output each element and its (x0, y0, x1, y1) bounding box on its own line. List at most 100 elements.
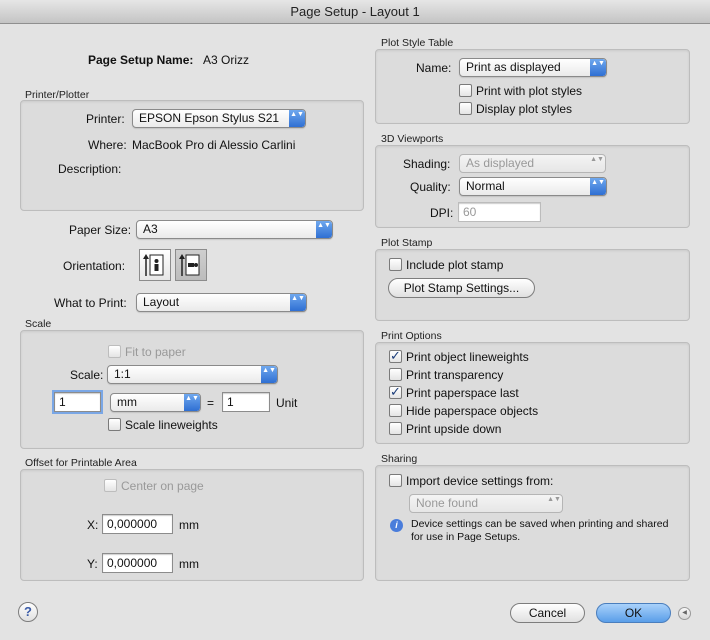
y-offset-label: Y: (87, 557, 98, 571)
scale-numerator-input[interactable]: 1 (52, 390, 103, 414)
paper-size-label: Paper Size: (69, 223, 132, 237)
print-option-label: Print object lineweights (406, 350, 529, 364)
plot-stamp-settings-button[interactable]: Plot Stamp Settings... (388, 278, 535, 298)
popup-arrows-icon: ▲▼ (184, 394, 200, 411)
where-label: Where: (88, 138, 127, 152)
y-offset-input[interactable]: 0,000000 (102, 553, 173, 573)
checkbox-icon (389, 422, 402, 435)
what-to-print-value: Layout (143, 295, 180, 309)
scale-group-title: Scale (25, 318, 52, 330)
equals-sign: = (207, 396, 215, 410)
checkbox-icon (389, 404, 402, 417)
offset-group-title: Offset for Printable Area (25, 457, 137, 469)
print-option-checkbox[interactable]: Print upside down (389, 422, 501, 436)
device-settings-select[interactable]: None found ▲▼ (409, 494, 563, 513)
checkbox-icon (104, 479, 117, 492)
checkbox-icon (108, 418, 121, 431)
print-option-label: Print transparency (406, 368, 504, 382)
what-to-print-select[interactable]: Layout ▲▼ (136, 293, 307, 312)
print-option-checkbox[interactable]: Print transparency (389, 368, 503, 382)
plot-style-name-label: Name: (416, 61, 452, 75)
x-offset-label: X: (87, 518, 99, 532)
sharing-group-title: Sharing (381, 453, 418, 465)
checkbox-checked-icon (389, 348, 402, 364)
scale-lineweights-label: Scale lineweights (125, 418, 218, 432)
popup-arrows-icon: ▲▼ (289, 110, 305, 127)
where-value: MacBook Pro di Alessio Carlini (132, 138, 296, 152)
popup-arrows-icon: ▲▼ (290, 294, 306, 311)
device-settings-value: None found (416, 496, 479, 510)
scale-lineweights-checkbox[interactable]: Scale lineweights (108, 418, 218, 432)
disclosure-arrow-icon[interactable]: ◀ (678, 607, 691, 620)
info-icon: i (390, 519, 403, 532)
portrait-button[interactable] (139, 249, 171, 281)
scale-unit-value: mm (117, 395, 137, 409)
viewports-group-title: 3D Viewports (381, 133, 444, 145)
popup-arrows-icon: ▲▼ (590, 178, 606, 195)
checkbox-icon (108, 345, 121, 358)
popup-arrows-icon: ▲▼ (590, 156, 604, 163)
dpi-label: DPI: (430, 206, 454, 220)
popup-arrows-icon: ▲▼ (547, 496, 561, 503)
paper-size-value: A3 (143, 222, 158, 236)
landscape-button[interactable] (175, 249, 207, 281)
shading-value: As displayed (466, 156, 535, 170)
unit-label: Unit (276, 396, 298, 410)
sharing-info-text: Device settings can be saved when printi… (411, 518, 669, 543)
fit-to-paper-checkbox[interactable]: Fit to paper (108, 345, 186, 359)
scale-denominator-input[interactable]: 1 (222, 392, 270, 412)
quality-select[interactable]: Normal ▲▼ (459, 177, 607, 196)
popup-arrows-icon: ▲▼ (261, 366, 277, 383)
print-option-checkbox[interactable]: Hide paperspace objects (389, 404, 538, 418)
center-on-page-label: Center on page (121, 479, 204, 493)
scale-value: 1:1 (114, 367, 131, 381)
plot-stamp-group-title: Plot Stamp (381, 237, 433, 249)
print-option-label: Print upside down (406, 422, 502, 436)
print-option-label: Print paperspace last (406, 386, 519, 400)
shading-label: Shading: (403, 157, 451, 171)
print-option-checkbox[interactable]: Print object lineweights (389, 348, 529, 364)
checkbox-icon (459, 102, 472, 115)
fit-to-paper-label: Fit to paper (125, 345, 186, 359)
popup-arrows-icon: ▲▼ (590, 59, 606, 76)
x-offset-unit: mm (179, 518, 199, 532)
shading-select[interactable]: As displayed ▲▼ (459, 154, 606, 173)
import-device-settings-checkbox[interactable]: Import device settings from: (389, 474, 553, 488)
page-setup-name-value: A3 Orizz (203, 53, 250, 67)
import-device-settings-label: Import device settings from: (406, 474, 554, 488)
dpi-input[interactable]: 60 (458, 202, 541, 222)
center-on-page-checkbox[interactable]: Center on page (104, 479, 204, 493)
printer-select[interactable]: EPSON Epson Stylus S21 ▲▼ (132, 109, 306, 128)
scale-select[interactable]: 1:1 ▲▼ (107, 365, 278, 384)
print-with-plot-styles-checkbox[interactable]: Print with plot styles (459, 84, 582, 98)
description-label: Description: (58, 162, 122, 176)
checkbox-icon (389, 368, 402, 381)
print-option-checkbox[interactable]: Print paperspace last (389, 384, 519, 400)
printer-label: Printer: (86, 112, 125, 126)
portrait-orientation-icon (143, 254, 164, 276)
plot-style-value: Print as displayed (466, 60, 561, 74)
quality-value: Normal (466, 179, 505, 193)
paper-size-select[interactable]: A3 ▲▼ (136, 220, 333, 239)
orientation-label: Orientation: (63, 259, 126, 273)
x-offset-input[interactable]: 0,000000 (102, 514, 173, 534)
scale-unit-select[interactable]: mm ▲▼ (110, 393, 201, 412)
printer-select-value: EPSON Epson Stylus S21 (139, 111, 280, 125)
checkbox-icon (389, 258, 402, 271)
checkbox-icon (389, 474, 402, 487)
help-button[interactable]: ? (18, 602, 38, 622)
what-to-print-label: What to Print: (54, 296, 127, 310)
landscape-orientation-icon (179, 254, 200, 276)
ok-button[interactable]: OK (596, 603, 671, 623)
plot-style-select[interactable]: Print as displayed ▲▼ (459, 58, 607, 77)
display-plot-styles-label: Display plot styles (476, 102, 573, 116)
checkbox-checked-icon (389, 384, 402, 400)
cancel-button[interactable]: Cancel (510, 603, 585, 623)
window-title: Page Setup - Layout 1 (0, 0, 710, 24)
page-setup-name-label: Page Setup Name: (88, 53, 194, 67)
include-plot-stamp-checkbox[interactable]: Include plot stamp (389, 258, 503, 272)
scale-label: Scale: (70, 368, 104, 382)
include-plot-stamp-label: Include plot stamp (406, 258, 504, 272)
display-plot-styles-checkbox[interactable]: Display plot styles (459, 102, 572, 116)
checkbox-icon (459, 84, 472, 97)
